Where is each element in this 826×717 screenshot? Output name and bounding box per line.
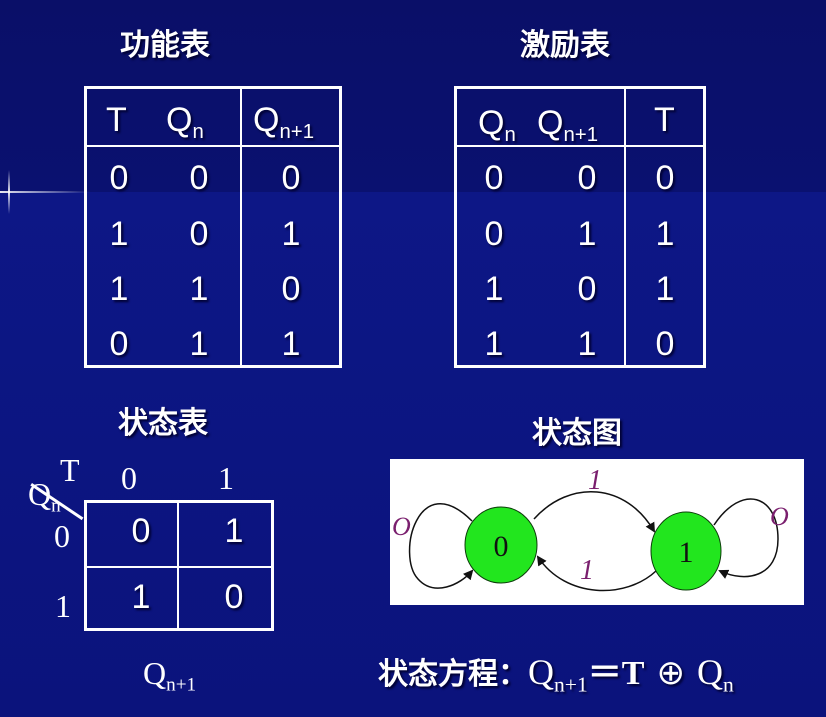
header-qn: Qn bbox=[478, 103, 516, 155]
table-cell: 0 bbox=[281, 159, 301, 197]
table-cell: 1 bbox=[484, 325, 504, 363]
excitation-table-title: 激励表 bbox=[520, 28, 610, 63]
state-diagram-svg: 0 1 O 1 1 O bbox=[392, 465, 789, 592]
kmap-grid-line bbox=[84, 628, 274, 631]
kmap-cell: 1 bbox=[131, 578, 151, 616]
self-loop-1-arrow bbox=[713, 498, 779, 579]
state-table-corner-t: T bbox=[60, 452, 80, 488]
equation-rhs: Qn bbox=[696, 652, 734, 697]
edge-1-to-0-arrow bbox=[536, 555, 657, 592]
table-cell: 1 bbox=[577, 325, 597, 363]
table-cell: 0 bbox=[189, 215, 209, 253]
footer-q-text: Q bbox=[143, 655, 167, 691]
state-table-corner-qn: Qn bbox=[28, 476, 61, 518]
state-node-1-label: 1 bbox=[679, 536, 694, 569]
table-cell: 1 bbox=[109, 215, 129, 253]
function-table-title: 功能表 bbox=[120, 28, 210, 63]
equation-lhs: Qn+1 bbox=[528, 652, 588, 697]
header-q-sub: n bbox=[192, 121, 204, 144]
kmap-grid-line bbox=[177, 500, 179, 631]
table-cell: 0 bbox=[655, 159, 675, 197]
self-loop-1-label: O bbox=[770, 502, 789, 531]
header-qn1: Qn+1 bbox=[253, 100, 314, 152]
kmap-grid-line bbox=[84, 566, 274, 568]
excitation-table: Qn Qn+1 T 0 0 0 0 1 1 1 0 1 1 1 0 bbox=[454, 86, 706, 368]
kmap-grid-line bbox=[84, 500, 87, 631]
col-header: 1 bbox=[218, 460, 234, 496]
table-cell: 0 bbox=[189, 159, 209, 197]
kmap-cell: 0 bbox=[224, 578, 244, 616]
equation-rhs-text: Q bbox=[696, 652, 723, 692]
corner-q-text: Q bbox=[28, 476, 52, 512]
table-cell: 0 bbox=[281, 270, 301, 308]
kmap-cell: 1 bbox=[224, 512, 244, 550]
header-t: T bbox=[106, 101, 127, 139]
state-equation: 状态方程：Qn+1＝T ⊕ Qn bbox=[378, 645, 734, 698]
header-t: T bbox=[654, 101, 675, 139]
edge-1-to-0-label: 1 bbox=[580, 555, 594, 586]
equation-t: T bbox=[621, 655, 645, 692]
table-cell: 1 bbox=[189, 270, 209, 308]
kmap-grid-line bbox=[271, 500, 274, 631]
table-cell: 1 bbox=[577, 215, 597, 253]
sparkle-decoration bbox=[8, 170, 10, 214]
table-cell: 1 bbox=[189, 325, 209, 363]
header-qn: Qn bbox=[166, 100, 204, 152]
table-cell: 1 bbox=[281, 325, 301, 363]
equation-prefix: 状态方程： bbox=[378, 657, 528, 692]
header-q-text: Q bbox=[478, 104, 505, 142]
table-divider bbox=[624, 89, 626, 365]
table-cell: 1 bbox=[655, 270, 675, 308]
state-diagram-title: 状态图 bbox=[532, 416, 622, 451]
table-cell: 0 bbox=[109, 159, 129, 197]
header-q-text: Q bbox=[253, 101, 280, 139]
table-cell: 0 bbox=[484, 215, 504, 253]
row-header: 1 bbox=[55, 588, 71, 624]
table-cell: 1 bbox=[109, 270, 129, 308]
header-q-sub: n+1 bbox=[563, 124, 599, 147]
function-table: T Qn Qn+1 0 0 0 1 0 1 1 1 0 0 1 1 bbox=[84, 86, 342, 368]
footer-q-sub: n+1 bbox=[166, 674, 197, 696]
header-q-text: Q bbox=[537, 104, 564, 142]
equation-equals: ＝ bbox=[587, 655, 622, 692]
equation-lhs-sub: n+1 bbox=[554, 672, 588, 697]
corner-q-sub: n bbox=[51, 495, 61, 517]
col-header: 0 bbox=[121, 460, 137, 496]
equation-lhs-text: Q bbox=[528, 652, 554, 692]
table-cell: 0 bbox=[655, 325, 675, 363]
kmap-cell: 0 bbox=[131, 512, 151, 550]
table-cell: 0 bbox=[577, 270, 597, 308]
table-cell: 1 bbox=[281, 215, 301, 253]
header-q-text: Q bbox=[166, 101, 193, 139]
equation-rhs-sub: n bbox=[722, 672, 734, 697]
edge-0-to-1-label: 1 bbox=[588, 465, 602, 496]
self-loop-0-label: O bbox=[392, 512, 411, 541]
table-divider bbox=[240, 89, 242, 365]
table-cell: 0 bbox=[109, 325, 129, 363]
header-q-sub: n+1 bbox=[279, 121, 315, 144]
table-cell: 0 bbox=[484, 159, 504, 197]
state-table-title: 状态表 bbox=[118, 406, 208, 441]
table-cell: 0 bbox=[577, 159, 597, 197]
xor-operator: ⊕ bbox=[656, 655, 685, 692]
header-qn1: Qn+1 bbox=[537, 103, 598, 155]
state-node-0-label: 0 bbox=[494, 530, 509, 563]
self-loop-0-arrow bbox=[408, 503, 474, 589]
edge-0-to-1-arrow bbox=[533, 490, 656, 533]
kmap-grid-line bbox=[84, 500, 274, 503]
state-diagram: 0 1 O 1 1 O bbox=[390, 459, 804, 605]
row-header: 0 bbox=[54, 518, 70, 554]
header-q-sub: n bbox=[504, 124, 516, 147]
table-cell: 1 bbox=[484, 270, 504, 308]
sparkle-decoration bbox=[0, 191, 90, 193]
state-table-footer: Qn+1 bbox=[143, 655, 196, 697]
table-cell: 1 bbox=[655, 215, 675, 253]
